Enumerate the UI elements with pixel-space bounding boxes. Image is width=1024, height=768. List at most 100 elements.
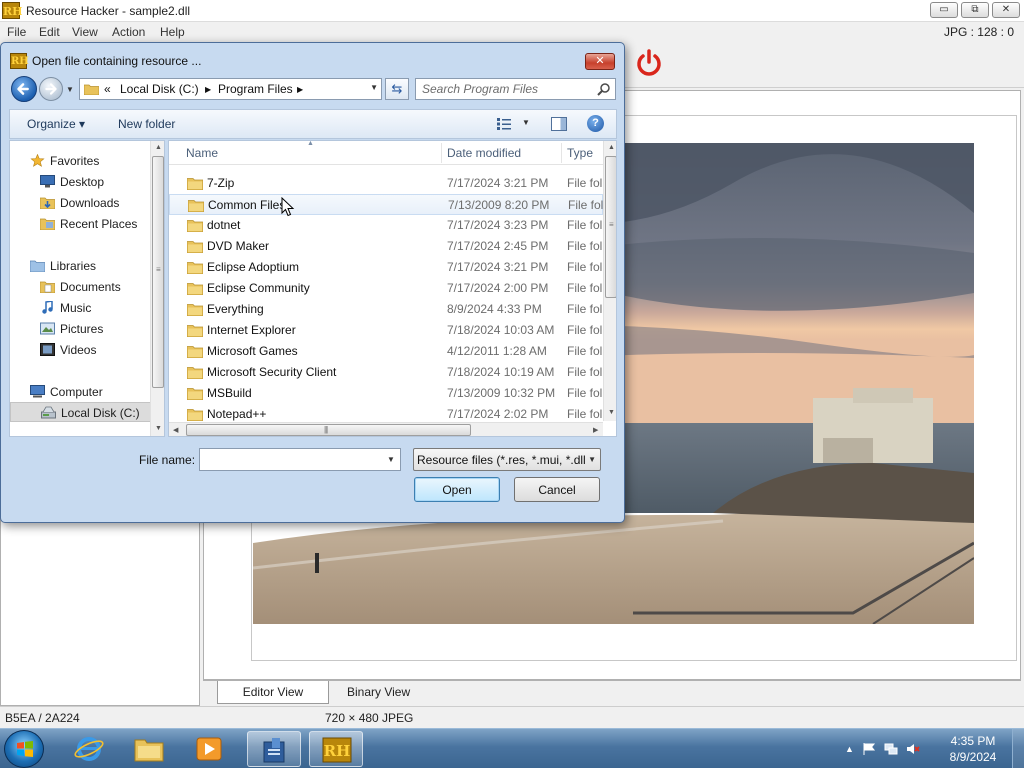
taskbar-file-explorer[interactable]: [122, 731, 176, 767]
open-button[interactable]: Open: [414, 477, 500, 502]
nav-recent-places[interactable]: Recent Places: [10, 214, 152, 234]
media-player-icon: [196, 737, 222, 761]
organize-button[interactable]: Organize ▾: [27, 117, 85, 131]
help-icon[interactable]: ?: [587, 115, 604, 132]
taskbar-resource-hacker[interactable]: RH: [309, 731, 363, 767]
file-row[interactable]: Eclipse Adoptium 7/17/2024 3:21 PM File fo…: [169, 257, 603, 278]
scroll-left-icon[interactable]: ◀: [173, 426, 178, 434]
scroll-right-icon[interactable]: ▶: [593, 426, 598, 434]
scroll-down-icon[interactable]: ▼: [608, 409, 615, 416]
tab-binary-view[interactable]: Binary View: [337, 681, 420, 704]
column-divider[interactable]: [561, 143, 562, 163]
folder-icon: [187, 220, 203, 232]
breadcrumb-arrow-icon[interactable]: ▶: [205, 85, 211, 94]
address-dropdown-icon[interactable]: ▼: [370, 83, 378, 92]
refresh-button[interactable]: ⇆: [385, 78, 409, 100]
file-row[interactable]: dotnet 7/17/2024 3:23 PM File fol: [169, 215, 603, 236]
scroll-down-icon[interactable]: ▼: [155, 425, 162, 432]
column-divider[interactable]: [441, 143, 442, 163]
address-overflow[interactable]: «: [104, 82, 111, 96]
nav-favorites[interactable]: Favorites: [10, 151, 152, 171]
column-date-modified[interactable]: Date modified: [447, 146, 521, 160]
file-row[interactable]: Everything 8/9/2024 4:33 PM File fol: [169, 299, 603, 320]
menu-file[interactable]: File: [7, 25, 26, 39]
nav-downloads[interactable]: Downloads: [10, 193, 152, 213]
nav-videos[interactable]: Videos: [10, 340, 152, 360]
file-name-input[interactable]: [199, 448, 401, 471]
view-options-icon[interactable]: [497, 118, 511, 130]
preview-pane-icon[interactable]: [551, 117, 567, 131]
power-icon[interactable]: [634, 48, 664, 78]
file-type-filter[interactable]: Resource files (*.res, *.mui, *.dll ▼: [413, 448, 601, 471]
show-desktop-button[interactable]: [1012, 729, 1024, 768]
file-row[interactable]: DVD Maker 7/17/2024 2:45 PM File fol: [169, 236, 603, 257]
taskbar-setup[interactable]: [247, 731, 301, 767]
breadcrumb-program-files[interactable]: Program Files: [218, 82, 293, 96]
tab-editor-view[interactable]: Editor View: [217, 681, 329, 704]
file-name-dropdown-icon[interactable]: ▼: [387, 455, 395, 464]
menu-edit[interactable]: Edit: [39, 25, 60, 39]
file-list-vertical-scrollbar[interactable]: ▲ ≡ ▼: [603, 141, 616, 421]
file-list-horizontal-scrollbar[interactable]: ◀ ||| ▶: [169, 422, 603, 436]
libraries-icon: [30, 260, 45, 272]
file-row[interactable]: Microsoft Security Client 7/18/2024 10:19…: [169, 362, 603, 383]
menu-view[interactable]: View: [72, 25, 98, 39]
column-type[interactable]: Type: [567, 146, 593, 160]
file-list-horizontal-thumb[interactable]: |||: [186, 424, 471, 436]
restore-button[interactable]: ⧉: [961, 2, 989, 18]
forward-button[interactable]: [39, 77, 63, 101]
breadcrumb-arrow-icon[interactable]: ▶: [297, 85, 303, 94]
address-bar[interactable]: « Local Disk (C:) ▶ Program Files ▶ ▼: [79, 78, 382, 100]
file-name: Notepad++: [207, 407, 267, 421]
start-button[interactable]: [4, 730, 44, 768]
file-row[interactable]: Internet Explorer 7/18/2024 10:03 AM File …: [169, 320, 603, 341]
show-hidden-icons-icon[interactable]: ▲: [845, 744, 854, 754]
scroll-up-icon[interactable]: ▲: [608, 144, 615, 151]
search-input[interactable]: [422, 82, 592, 96]
title-bar[interactable]: RH Resource Hacker - sample2.dll ▭ ⧉ ✕: [0, 0, 1024, 22]
back-button[interactable]: [11, 76, 37, 102]
menu-help[interactable]: Help: [160, 25, 185, 39]
search-icon[interactable]: [597, 82, 611, 96]
file-row[interactable]: MSBuild 7/13/2009 10:32 PM File fol: [169, 383, 603, 404]
cancel-button[interactable]: Cancel: [514, 477, 600, 502]
menu-action[interactable]: Action: [112, 25, 145, 39]
file-row[interactable]: Microsoft Games 4/12/2011 1:28 AM File fol: [169, 341, 603, 362]
nav-desktop[interactable]: Desktop: [10, 172, 152, 192]
new-folder-button[interactable]: New folder: [118, 117, 175, 131]
file-name: Eclipse Adoptium: [207, 260, 300, 274]
nav-documents[interactable]: Documents: [10, 277, 152, 297]
grip-icon: |||: [324, 425, 328, 434]
nav-local-disk[interactable]: Local Disk (C:): [10, 402, 152, 422]
nav-music[interactable]: Music: [10, 298, 152, 318]
action-center-flag-icon[interactable]: [862, 742, 876, 756]
nav-pictures[interactable]: Pictures: [10, 319, 152, 339]
taskbar-media-player[interactable]: [182, 731, 236, 767]
column-name[interactable]: Name: [186, 146, 218, 160]
nav-libraries[interactable]: Libraries: [10, 256, 152, 276]
recent-locations-dropdown[interactable]: ▼: [66, 85, 74, 94]
taskbar-internet-explorer[interactable]: [62, 731, 116, 767]
breadcrumb-local-disk[interactable]: Local Disk (C:): [120, 82, 199, 96]
file-row[interactable]: Eclipse Community 7/17/2024 2:00 PM File f…: [169, 278, 603, 299]
view-dropdown-icon[interactable]: ▼: [522, 118, 530, 127]
system-tray: ▲: [845, 739, 920, 759]
file-row[interactable]: Common Files 7/13/2009 8:20 PM File fol: [169, 194, 603, 215]
folder-icon: [187, 325, 203, 337]
file-list-vertical-thumb[interactable]: ≡: [605, 156, 616, 298]
dialog-close-button[interactable]: ✕: [585, 53, 615, 70]
search-box[interactable]: [415, 78, 616, 100]
file-row[interactable]: 7-Zip 7/17/2024 3:21 PM File fol: [169, 173, 603, 194]
navigation-scrollbar[interactable]: ▲ ≡ ▼: [150, 141, 164, 436]
folder-icon: [187, 367, 203, 379]
nav-computer[interactable]: Computer: [10, 382, 152, 402]
minimize-button[interactable]: ▭: [930, 2, 958, 18]
close-button[interactable]: ✕: [992, 2, 1020, 18]
file-name: Internet Explorer: [207, 323, 296, 337]
scroll-up-icon[interactable]: ▲: [155, 144, 162, 151]
volume-muted-icon[interactable]: [906, 742, 920, 756]
file-name: Eclipse Community: [207, 281, 310, 295]
network-icon[interactable]: [884, 742, 898, 756]
system-clock[interactable]: 4:35 PM 8/9/2024: [940, 733, 1006, 765]
navigation-scroll-thumb[interactable]: ≡: [152, 156, 164, 388]
